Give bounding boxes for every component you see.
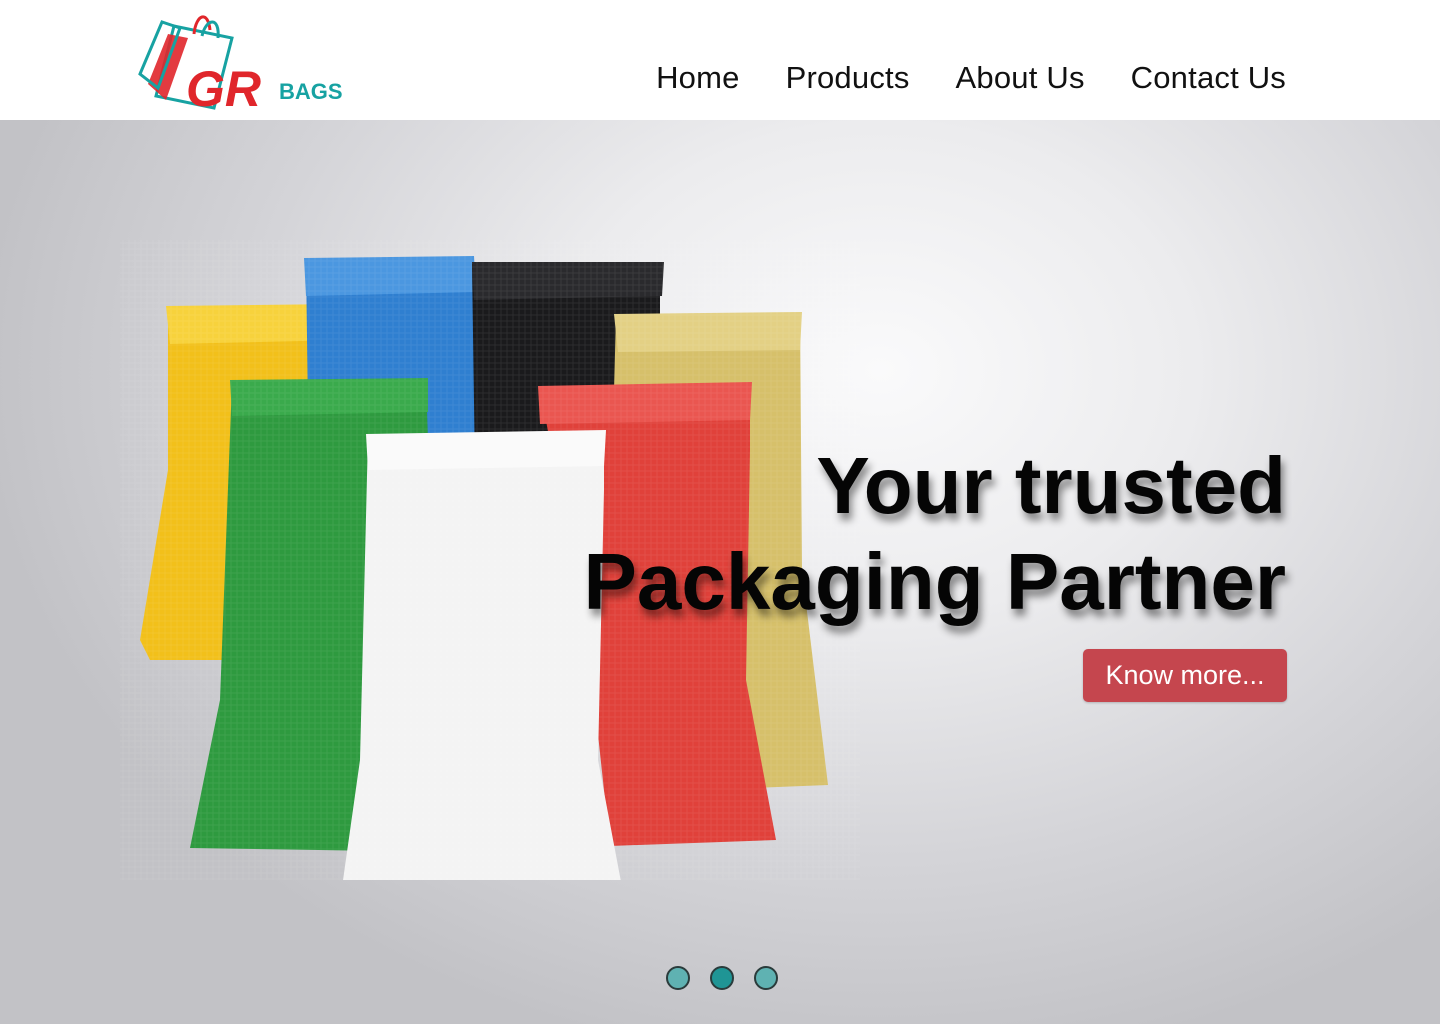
logo-bags-text: BAGS bbox=[279, 79, 343, 104]
hero-headline: Your trusted Packaging Partner bbox=[584, 438, 1287, 630]
carousel-dot-2[interactable] bbox=[710, 966, 734, 990]
main-nav: Home Products About Us Contact Us bbox=[656, 60, 1286, 96]
carousel-indicators bbox=[666, 966, 778, 990]
nav-products[interactable]: Products bbox=[786, 60, 910, 96]
nav-home[interactable]: Home bbox=[656, 60, 740, 96]
hero-headline-line-2: Packaging Partner bbox=[583, 537, 1287, 626]
hero-carousel: Your trusted Packaging Partner Know more… bbox=[0, 120, 1440, 1024]
carousel-dot-3[interactable] bbox=[754, 966, 778, 990]
nav-contact-us[interactable]: Contact Us bbox=[1131, 60, 1286, 96]
gr-bags-logo[interactable]: GR BAGS bbox=[136, 8, 346, 112]
nav-about-us[interactable]: About Us bbox=[956, 60, 1085, 96]
logo-gr-text: GR bbox=[186, 61, 261, 112]
site-header: GR BAGS Home Products About Us Contact U… bbox=[0, 0, 1440, 120]
hero-headline-line-1: Your trusted bbox=[816, 441, 1286, 530]
carousel-dot-1[interactable] bbox=[666, 966, 690, 990]
know-more-button[interactable]: Know more... bbox=[1083, 649, 1287, 702]
